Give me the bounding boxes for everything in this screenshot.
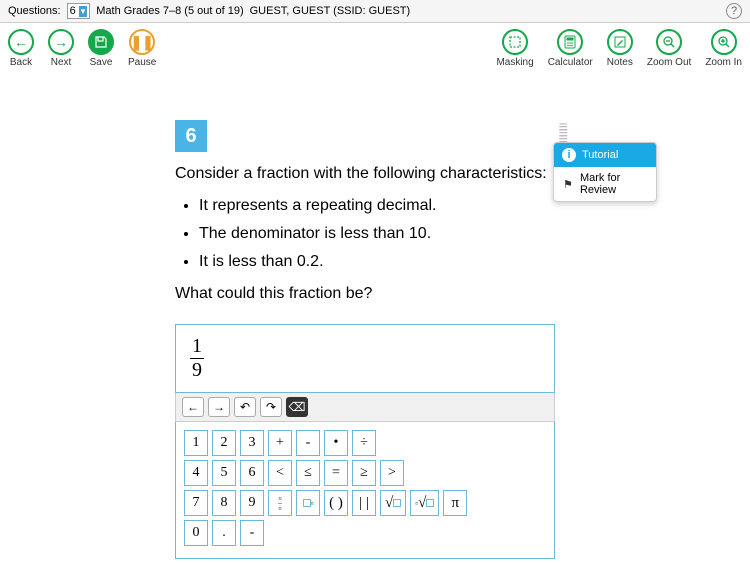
next-arrow-icon: → [48, 29, 74, 55]
notes-button[interactable]: Notes [607, 29, 633, 68]
bullet-item: It represents a repeating decimal. [199, 194, 575, 218]
key-3[interactable]: 3 [240, 430, 264, 456]
calculator-icon [557, 29, 583, 55]
key-1[interactable]: 1 [184, 430, 208, 456]
save-icon [88, 29, 114, 55]
key-6[interactable]: 6 [240, 460, 264, 486]
next-button[interactable]: → Next [48, 29, 74, 68]
calculator-button[interactable]: Calculator [548, 29, 593, 68]
dropdown-arrow-icon: ▾ [79, 6, 88, 17]
bullet-item: The denominator is less than 10. [199, 222, 575, 246]
key-()[interactable]: ( ) [324, 490, 348, 516]
key-sqrt[interactable]: √ [380, 490, 406, 516]
current-question-num: 6 [70, 5, 76, 17]
zoom-in-button[interactable]: Zoom In [705, 29, 742, 68]
keypad: 123+-•÷ 456<≤=≥> 789▫▫▫( )| |√▫√π 0.- [175, 422, 555, 559]
info-icon: i [562, 148, 576, 162]
key-nroot[interactable]: ▫√ [410, 490, 439, 516]
toolbar: ← Back → Next Save ❚❚ Pause Masking Calc… [0, 23, 750, 70]
pause-label: Pause [128, 57, 156, 68]
pause-button[interactable]: ❚❚ Pause [128, 29, 156, 68]
zoom-out-label: Zoom Out [647, 57, 691, 68]
key-•[interactable]: • [324, 430, 348, 456]
key-0[interactable]: 0 [184, 520, 208, 546]
content-area: ≡≡≡ 6 i Tutorial ⚑ Mark for Review Consi… [0, 70, 750, 559]
key-≤[interactable]: ≤ [296, 460, 320, 486]
cursor-right-button[interactable]: → [208, 397, 230, 417]
menu-mark-label: Mark for Review [580, 172, 648, 196]
question-intro: Consider a fraction with the following c… [175, 162, 575, 186]
help-icon[interactable]: ? [726, 3, 742, 19]
keypad-toolbar: ← → ↶ ↷ ⌫ [175, 393, 555, 422]
key--[interactable]: - [296, 430, 320, 456]
menu-tutorial-label: Tutorial [582, 149, 618, 161]
save-label: Save [90, 57, 113, 68]
menu-tutorial[interactable]: i Tutorial [554, 143, 656, 167]
notes-icon [607, 29, 633, 55]
key-≥[interactable]: ≥ [352, 460, 376, 486]
denominator: 9 [190, 359, 204, 382]
back-button[interactable]: ← Back [8, 29, 34, 68]
key->[interactable]: > [380, 460, 404, 486]
key-5[interactable]: 5 [212, 460, 236, 486]
key-frac[interactable]: ▫▫ [268, 490, 292, 516]
key-exp[interactable]: ▫ [296, 490, 320, 516]
questions-label: Questions: [8, 5, 61, 17]
question-number-badge: 6 [175, 120, 207, 152]
top-bar: Questions: 6 ▾ Math Grades 7–8 (5 out of… [0, 0, 750, 23]
back-label: Back [10, 57, 32, 68]
test-title: Math Grades 7–8 (5 out of 19) [96, 5, 243, 17]
key-7[interactable]: 7 [184, 490, 208, 516]
cursor-left-button[interactable]: ← [182, 397, 204, 417]
redo-button[interactable]: ↷ [260, 397, 282, 417]
zoom-in-icon [711, 29, 737, 55]
key-dot[interactable]: . [212, 520, 236, 546]
key--[interactable]: - [240, 520, 264, 546]
user-info: GUEST, GUEST (SSID: GUEST) [250, 5, 411, 17]
key-=[interactable]: = [324, 460, 348, 486]
key-π[interactable]: π [443, 490, 467, 516]
menu-mark-review[interactable]: ⚑ Mark for Review [554, 167, 656, 201]
back-arrow-icon: ← [8, 29, 34, 55]
fraction: 1 9 [190, 335, 204, 382]
question-prompt: What could this fraction be? [175, 282, 575, 306]
key-<[interactable]: < [268, 460, 292, 486]
key-abs[interactable]: | | [352, 490, 376, 516]
zoom-out-icon [656, 29, 682, 55]
calculator-label: Calculator [548, 57, 593, 68]
backspace-button[interactable]: ⌫ [286, 397, 308, 417]
key-8[interactable]: 8 [212, 490, 236, 516]
key-4[interactable]: 4 [184, 460, 208, 486]
next-label: Next [51, 57, 72, 68]
masking-button[interactable]: Masking [496, 29, 533, 68]
save-button[interactable]: Save [88, 29, 114, 68]
question-text: Consider a fraction with the following c… [175, 162, 575, 306]
question-bullets: It represents a repeating decimal. The d… [199, 194, 575, 274]
flag-icon: ⚑ [562, 177, 574, 191]
masking-label: Masking [496, 57, 533, 68]
question-selector[interactable]: 6 ▾ [67, 3, 91, 19]
zoom-in-label: Zoom In [705, 57, 742, 68]
masking-icon [502, 29, 528, 55]
context-menu: i Tutorial ⚑ Mark for Review [553, 142, 657, 202]
pause-icon: ❚❚ [129, 29, 155, 55]
bullet-item: It is less than 0.2. [199, 250, 575, 274]
key-9[interactable]: 9 [240, 490, 264, 516]
numerator: 1 [190, 335, 204, 359]
zoom-out-button[interactable]: Zoom Out [647, 29, 691, 68]
answer-input[interactable]: 1 9 [175, 324, 555, 393]
notes-label: Notes [607, 57, 633, 68]
answer-area: 1 9 ← → ↶ ↷ ⌫ 123+-•÷ 456<≤=≥> 789▫▫▫( )… [175, 324, 555, 559]
undo-button[interactable]: ↶ [234, 397, 256, 417]
key-2[interactable]: 2 [212, 430, 236, 456]
key-+[interactable]: + [268, 430, 292, 456]
key-÷[interactable]: ÷ [352, 430, 376, 456]
